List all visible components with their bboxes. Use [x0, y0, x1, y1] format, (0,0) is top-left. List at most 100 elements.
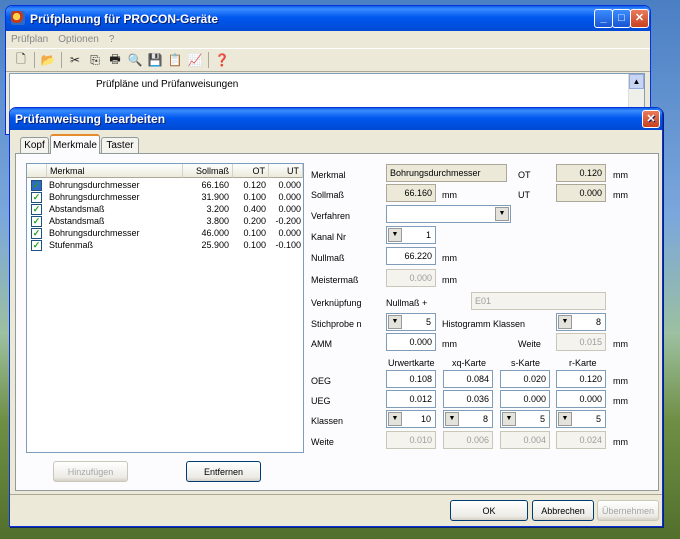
new-icon[interactable]: 🗋 [11, 51, 31, 69]
cut-icon[interactable]: ✂ [65, 51, 85, 69]
row-sollmass: 3.800 [206, 216, 229, 226]
row-merkmal: Abstandsmaß [49, 216, 105, 226]
list-item[interactable]: ✓ Abstandsmaß 3.800 0.200 -0.200 [27, 215, 303, 227]
apply-button[interactable]: Übernehmen [597, 500, 659, 521]
sollmass-field: 66.160 [386, 184, 436, 202]
open-icon[interactable]: 📂 [38, 51, 58, 69]
main-title-bar[interactable]: Prüfplanung für PROCON-Geräte _ □ ✕ [6, 6, 650, 31]
klassen-s-spinner[interactable]: ▼ 5 [500, 410, 550, 428]
copy-icon[interactable]: ⎘ [85, 51, 105, 69]
row-merkmal: Abstandsmaß [49, 204, 105, 214]
list-item[interactable]: ✓ Bohrungsdurchmesser 66.160 0.120 0.000 [27, 179, 303, 191]
ueg-label: UEG [311, 396, 331, 406]
merkmale-tab-panel: Merkmal Sollmaß OT UT ✓ Bohrungsdurchmes… [15, 153, 659, 491]
list-header-sollmass[interactable]: Sollmaß [183, 164, 233, 178]
stichprobe-spinner[interactable]: ▼ 5 [386, 313, 436, 331]
stichprobe-label: Stichprobe n [311, 319, 362, 329]
sollmass-unit: mm [442, 190, 457, 200]
chevron-down-icon[interactable]: ▼ [445, 412, 459, 426]
oeg-r-field[interactable]: 0.120 [556, 370, 606, 388]
ot-field: 0.120 [556, 164, 606, 182]
amm-label: AMM [311, 339, 332, 349]
checkbox[interactable]: ✓ [31, 216, 42, 227]
chevron-down-icon[interactable]: ▼ [558, 412, 572, 426]
chevron-down-icon[interactable]: ▼ [495, 207, 509, 221]
klassen-label: Klassen [311, 416, 344, 426]
dialog-title: Prüfanweisung bearbeiten [15, 112, 166, 126]
ot-unit: mm [613, 170, 628, 180]
klassen-urwert-spinner[interactable]: ▼ 10 [386, 410, 436, 428]
row-sollmass: 66.160 [201, 180, 229, 190]
amm-field[interactable]: 0.000 [386, 333, 436, 351]
oeg-urwert-field[interactable]: 0.108 [386, 370, 436, 388]
ueg-xq-field[interactable]: 0.036 [443, 390, 493, 408]
preview-icon[interactable]: 🔍 [125, 51, 145, 69]
menu-help[interactable]: ? [109, 34, 115, 45]
dialog-close-button[interactable]: ✕ [642, 110, 660, 128]
list-header-ut[interactable]: UT [269, 164, 303, 178]
verknuepfung-field: E01 [471, 292, 606, 310]
chevron-down-icon[interactable]: ▼ [558, 315, 572, 329]
col-s-karte: s-Karte [511, 358, 541, 368]
list-item[interactable]: ✓ Bohrungsdurchmesser 31.900 0.100 0.000 [27, 191, 303, 203]
main-close-button[interactable]: ✕ [630, 9, 649, 28]
print-icon[interactable]: 🖶 [105, 51, 125, 69]
checkbox[interactable]: ✓ [31, 240, 42, 251]
histogramm-label: Histogramm Klassen [442, 319, 526, 329]
verfahren-dropdown[interactable]: ▼ [386, 205, 511, 223]
histogramm-spinner[interactable]: ▼ 8 [556, 313, 606, 331]
list-header-ot[interactable]: OT [233, 164, 269, 178]
klassen-r-spinner[interactable]: ▼ 5 [556, 410, 606, 428]
cancel-button[interactable]: Abbrechen [532, 500, 594, 521]
remove-button[interactable]: Entfernen [186, 461, 261, 482]
add-button[interactable]: Hinzufügen [53, 461, 128, 482]
menu-optionen[interactable]: Optionen [58, 34, 99, 45]
list-item[interactable]: ✓ Stufenmaß 25.900 0.100 -0.100 [27, 239, 303, 251]
checkbox[interactable]: ✓ [31, 228, 42, 239]
klassen-xq-spinner[interactable]: ▼ 8 [443, 410, 493, 428]
chevron-down-icon[interactable]: ▼ [388, 412, 402, 426]
ok-button[interactable]: OK [450, 500, 528, 521]
kanal-spinner[interactable]: ▼ 1 [386, 226, 436, 244]
row-sollmass: 31.900 [201, 192, 229, 202]
minimize-button[interactable]: _ [594, 9, 613, 28]
checkbox[interactable]: ✓ [31, 204, 42, 215]
col-urwertkarte: Urwertkarte [388, 358, 435, 368]
nullmass-label: Nullmaß [311, 253, 345, 263]
meistermass-unit: mm [442, 275, 457, 285]
chart-icon[interactable]: 📈 [185, 51, 205, 69]
help-icon[interactable]: ❓ [212, 51, 232, 69]
tab-kopf[interactable]: Kopf [20, 137, 49, 153]
ueg-unit: mm [613, 396, 628, 406]
toolbar-separator [61, 52, 62, 68]
row-ot: 0.400 [243, 204, 266, 214]
list-item[interactable]: ✓ Abstandsmaß 3.200 0.400 0.000 [27, 203, 303, 215]
save-icon[interactable]: 💾 [145, 51, 165, 69]
amm-unit: mm [442, 339, 457, 349]
checkbox[interactable]: ✓ [31, 180, 42, 191]
characteristics-list[interactable]: Merkmal Sollmaß OT UT ✓ Bohrungsdurchmes… [26, 163, 304, 453]
oeg-xq-field[interactable]: 0.084 [443, 370, 493, 388]
menu-pruefplan[interactable]: Prüfplan [11, 34, 48, 45]
dialog-title-bar[interactable]: Prüfanweisung bearbeiten ✕ [10, 108, 662, 130]
ueg-s-field[interactable]: 0.000 [500, 390, 550, 408]
sollmass-label: Sollmaß [311, 190, 345, 200]
row-merkmal: Bohrungsdurchmesser [49, 192, 140, 202]
oeg-s-field[interactable]: 0.020 [500, 370, 550, 388]
ut-label: UT [518, 190, 530, 200]
row-ut: 0.000 [278, 228, 301, 238]
scroll-up-arrow-icon[interactable]: ▲ [629, 74, 644, 89]
list-item[interactable]: ✓ Bohrungsdurchmesser 46.000 0.100 0.000 [27, 227, 303, 239]
tab-merkmale[interactable]: Merkmale [50, 134, 100, 154]
nullmass-field[interactable]: 66.220 [386, 247, 436, 265]
tab-taster[interactable]: Taster [101, 137, 139, 153]
list-header-merkmal[interactable]: Merkmal [47, 164, 183, 178]
checkbox[interactable]: ✓ [31, 192, 42, 203]
ueg-r-field[interactable]: 0.000 [556, 390, 606, 408]
chevron-down-icon[interactable]: ▼ [388, 228, 402, 242]
ueg-urwert-field[interactable]: 0.012 [386, 390, 436, 408]
chevron-down-icon[interactable]: ▼ [388, 315, 402, 329]
maximize-button[interactable]: □ [612, 9, 631, 28]
paste-icon[interactable]: 📋 [165, 51, 185, 69]
chevron-down-icon[interactable]: ▼ [502, 412, 516, 426]
